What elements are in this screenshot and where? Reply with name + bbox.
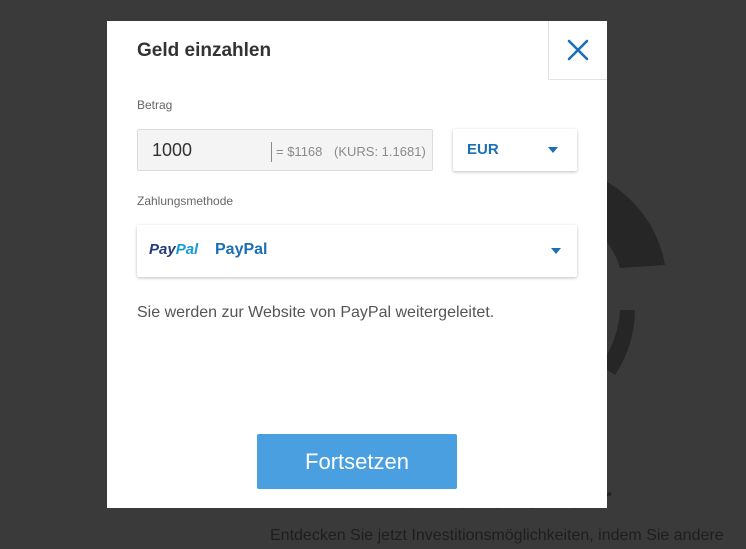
close-button[interactable]	[548, 21, 607, 80]
chevron-down-icon	[548, 147, 558, 153]
currency-dropdown[interactable]: EUR	[453, 129, 577, 171]
currency-value: EUR	[467, 141, 499, 158]
chevron-down-icon	[551, 248, 561, 254]
payment-method-dropdown[interactable]: PayPal PayPal	[137, 225, 577, 277]
converted-amount: = $1168	[276, 144, 323, 159]
continue-button[interactable]: Fortsetzen	[257, 434, 457, 489]
modal-title: Geld einzahlen	[137, 40, 272, 61]
close-icon	[567, 39, 589, 61]
conversion-info: = $1168 (KURS: 1.1681)	[276, 144, 426, 159]
amount-field: = $1168 (KURS: 1.1681)	[137, 129, 433, 171]
amount-input[interactable]	[138, 130, 270, 170]
redirect-note: Sie werden zur Website von PayPal weiter…	[137, 304, 495, 321]
paypal-logo: PayPal	[149, 241, 199, 258]
payment-method-value: PayPal	[215, 241, 268, 258]
text-caret	[271, 142, 272, 162]
background-subtitle: Entdecken Sie jetzt Investitionsmöglichk…	[270, 527, 724, 544]
exchange-rate: (KURS: 1.1681)	[334, 144, 426, 159]
payment-method-label: Zahlungsmethode	[137, 194, 234, 208]
amount-label: Betrag	[137, 98, 173, 112]
deposit-modal: Geld einzahlen Betrag = $1168 (KURS: 1.1…	[107, 21, 607, 508]
